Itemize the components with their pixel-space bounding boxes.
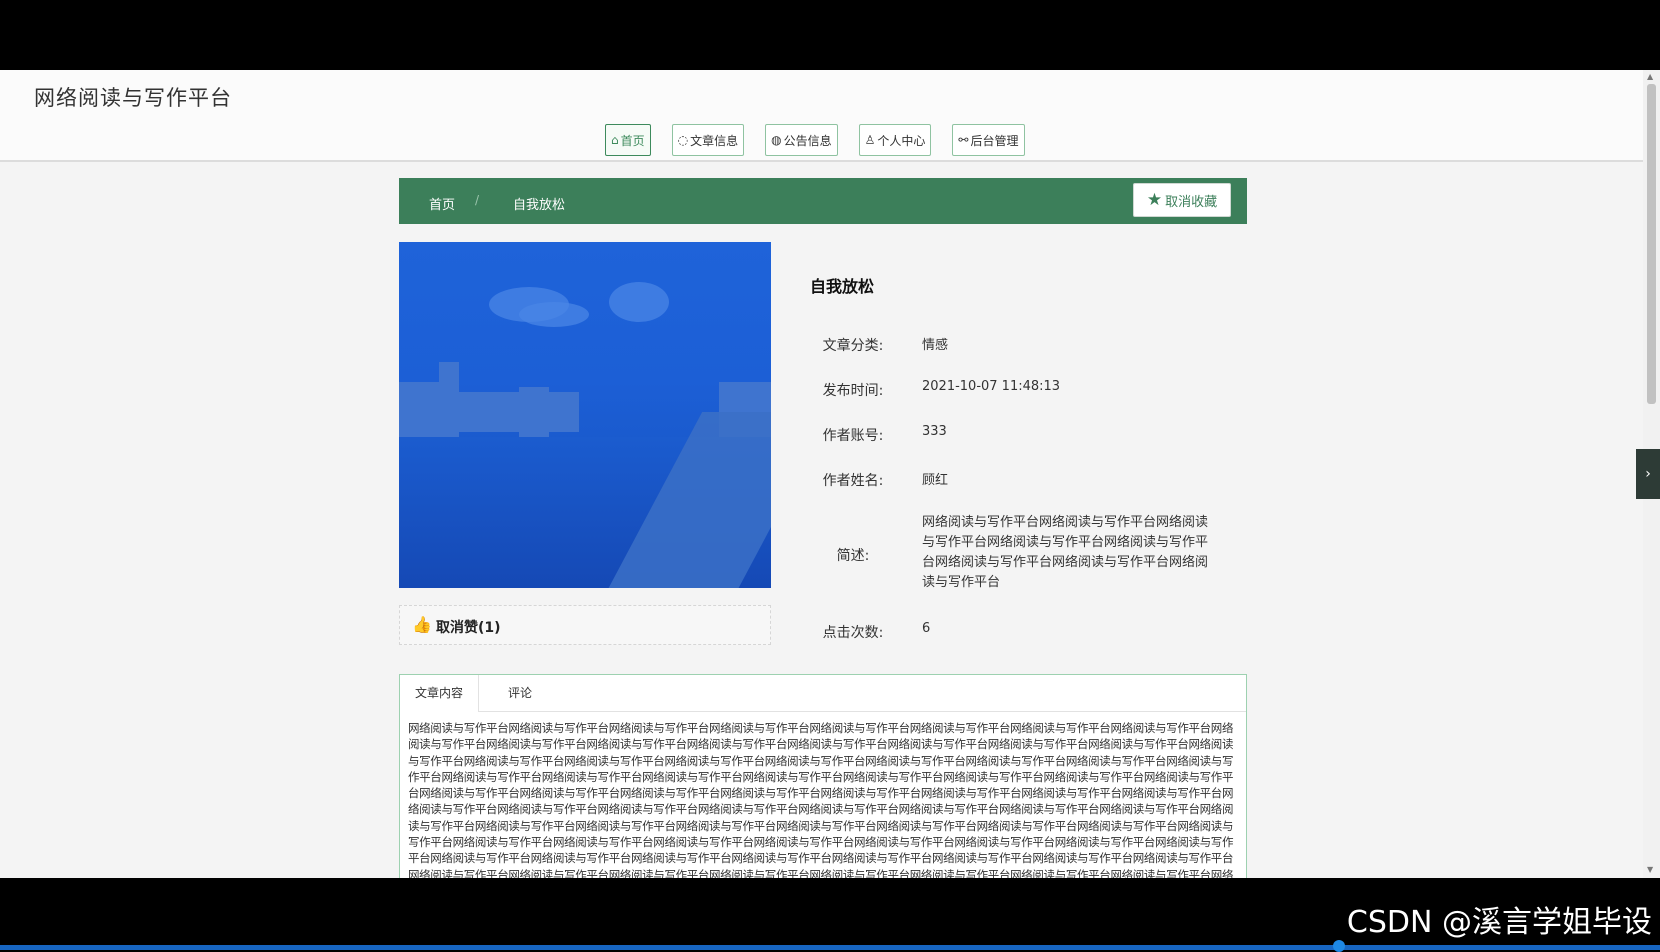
site-title: 网络阅读与写作平台 xyxy=(34,86,232,110)
summary-label: 简述: xyxy=(836,548,870,564)
cancel-favorite-button[interactable]: ★ 取消收藏 xyxy=(1133,183,1231,217)
nav-home[interactable]: ⌂ 首页 xyxy=(605,124,651,156)
site-header: 网络阅读与写作平台 ⌂ 首页 ◌ 文章信息 ◍ 公告信息 ♙ 个人中心 ⚯ 后台… xyxy=(0,70,1643,162)
tab-comments[interactable]: 评论 xyxy=(493,675,547,711)
article-title: 自我放松 xyxy=(810,277,875,296)
publish-time-value: 2021-10-07 11:48:13 xyxy=(922,379,1061,394)
palette-icon: ◌ xyxy=(677,133,689,147)
home-icon: ⌂ xyxy=(611,133,619,147)
tab-content[interactable]: 文章内容 xyxy=(400,675,480,712)
main-nav: ⌂ 首页 ◌ 文章信息 ◍ 公告信息 ♙ 个人中心 ⚯ 后台管理 xyxy=(605,124,1046,156)
nav-profile[interactable]: ♙ 个人中心 xyxy=(858,124,932,156)
nav-admin[interactable]: ⚯ 后台管理 xyxy=(952,124,1025,156)
thumbs-up-icon[interactable]: 👍 xyxy=(412,615,432,634)
like-box: 👍 取消赞(1) xyxy=(399,605,771,645)
article-tabs: 文章内容 评论 网络阅读与写作平台网络阅读与写作平台网络阅读与写作平台网络阅读与… xyxy=(399,674,1247,878)
nav-label: 后台管理 xyxy=(970,133,1019,148)
link-icon: ⚯ xyxy=(958,133,969,147)
author-name-value: 顾红 xyxy=(922,473,949,488)
watermark: CSDN @溪言学姐毕设 xyxy=(1346,905,1652,940)
article-content: 网络阅读与写作平台网络阅读与写作平台网络阅读与写作平台网络阅读与写作平台网络阅读… xyxy=(408,721,1234,878)
clicks-label: 点击次数: xyxy=(822,625,884,641)
nav-label: 文章信息 xyxy=(690,133,739,148)
progress-handle[interactable] xyxy=(1333,940,1345,952)
article-cover-image xyxy=(399,242,771,588)
side-panel-toggle[interactable]: › xyxy=(1636,449,1660,499)
favorite-label: 取消收藏 xyxy=(1165,194,1218,210)
summary-value: 网络阅读与写作平台网络阅读与写作平台网络阅读与写作平台网络阅读与写作平台网络阅读… xyxy=(922,515,1209,590)
category-label: 文章分类: xyxy=(822,338,884,354)
nav-label: 首页 xyxy=(620,133,645,148)
nav-articles[interactable]: ◌ 文章信息 xyxy=(671,124,745,156)
clicks-value: 6 xyxy=(922,621,931,636)
breadcrumb-current: 自我放松 xyxy=(513,198,566,213)
cancel-like-button[interactable]: 取消赞(1) xyxy=(436,617,501,637)
breadcrumb-home[interactable]: 首页 xyxy=(429,194,455,213)
scroll-up-arrow-icon[interactable]: ▲ xyxy=(1647,72,1653,81)
video-progress-bar[interactable] xyxy=(0,945,1660,950)
author-name-label: 作者姓名: xyxy=(822,473,884,489)
browser-viewport: 网络阅读与写作平台 ⌂ 首页 ◌ 文章信息 ◍ 公告信息 ♙ 个人中心 ⚯ 后台… xyxy=(0,70,1660,878)
publish-time-label: 发布时间: xyxy=(822,383,884,399)
nav-label: 个人中心 xyxy=(877,133,926,148)
tabs-header: 文章内容 评论 xyxy=(400,675,1246,712)
breadcrumb-bar: 首页 / 自我放松 ★ 取消收藏 xyxy=(399,178,1247,224)
scroll-down-arrow-icon[interactable]: ▼ xyxy=(1647,865,1653,874)
scrollbar-thumb[interactable] xyxy=(1647,84,1656,404)
author-account-label: 作者账号: xyxy=(822,428,884,444)
user-icon: ♙ xyxy=(864,133,876,147)
nav-label: 公告信息 xyxy=(783,133,832,148)
globe-icon: ◍ xyxy=(771,133,782,147)
chevron-right-icon: › xyxy=(1645,466,1651,482)
category-value: 情感 xyxy=(922,338,949,353)
breadcrumb-separator: / xyxy=(475,193,480,207)
star-icon: ★ xyxy=(1146,190,1163,210)
nav-announcements[interactable]: ◍ 公告信息 xyxy=(765,124,838,156)
author-account-value: 333 xyxy=(922,424,947,439)
